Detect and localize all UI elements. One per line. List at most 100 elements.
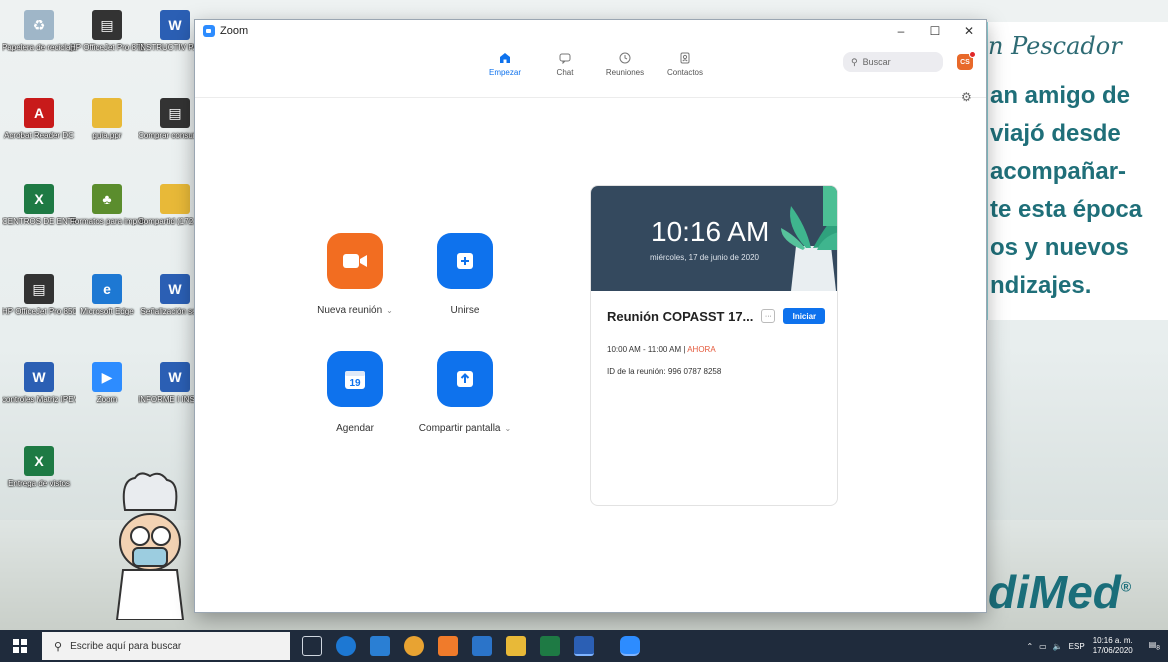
mascot-illustration: [115, 472, 185, 620]
desktop-icon-printer[interactable]: ▤ HP OfficeJet Pro 8500 A910: [2, 274, 76, 316]
search-icon: ⚲: [851, 56, 858, 67]
share-screen-label: Compartir pantalla: [418, 423, 501, 434]
zoom-icon: ▶: [92, 362, 122, 392]
zoom-icon[interactable]: [620, 636, 640, 656]
tab-contactos[interactable]: Contactos: [655, 48, 715, 77]
desktop-icon-formats[interactable]: ♣ Formatos para imprimir: [70, 184, 144, 226]
chevron-down-icon[interactable]: ⌄: [386, 306, 393, 315]
desktop-icon-acrobat[interactable]: A Acrobat Reader DC: [2, 98, 76, 140]
join-button[interactable]: [437, 233, 493, 289]
wallpaper-line: acompañar-: [990, 158, 1127, 185]
printer-icon: ▤: [92, 10, 122, 40]
taskbar-search-input[interactable]: ⚲ Escribe aquí para buscar: [42, 632, 290, 660]
share-screen-action[interactable]: Compartir pantalla ⌄: [395, 351, 535, 434]
new-meeting-button[interactable]: [327, 233, 383, 289]
join-action[interactable]: Unirse: [395, 233, 535, 316]
close-button[interactable]: ✕: [952, 20, 986, 42]
desktop-icon-word-doc[interactable]: W controles Matriz IPEVAR: [2, 362, 76, 404]
chat-icon: [535, 48, 595, 68]
word-icon[interactable]: [574, 636, 594, 656]
word-icon: W: [160, 274, 190, 304]
word-icon: W: [160, 10, 190, 40]
window-titlebar[interactable]: Zoom – ☐ ✕: [195, 20, 986, 42]
meeting-id: ID de la reunión: 996 0787 8258: [607, 367, 722, 376]
windows-logo-icon: [13, 639, 27, 653]
file-explorer-icon[interactable]: [506, 636, 526, 656]
calendar-icon: 19: [345, 371, 365, 389]
window-title: Zoom: [220, 25, 249, 37]
share-screen-button[interactable]: [437, 351, 493, 407]
desktop-icon-excel[interactable]: X CENTROS DE ENTRENAMIE...: [2, 184, 76, 226]
language-indicator[interactable]: ESP: [1069, 642, 1085, 651]
more-options-button[interactable]: ···: [761, 309, 776, 323]
wallpaper-line: ndizajes.: [990, 272, 1092, 299]
notification-dot-icon: [969, 51, 976, 58]
tree-icon: ♣: [92, 184, 122, 214]
nav-tabs: Empezar Chat Reuniones Contactos: [475, 48, 715, 77]
taskbar-clock[interactable]: 10:16 a. m. 17/06/2020: [1093, 636, 1133, 656]
desktop-icon-edge[interactable]: e Microsoft Edge: [70, 274, 144, 316]
tab-empezar[interactable]: Empezar: [475, 48, 535, 77]
home-icon: [475, 48, 535, 68]
folder-icon: [92, 98, 122, 128]
svg-text:19: 19: [349, 378, 361, 389]
recycle-bin-icon: ♻: [24, 10, 54, 40]
search-placeholder: Buscar: [862, 57, 891, 67]
folder-icon: [160, 184, 190, 214]
excel-icon: X: [24, 184, 54, 214]
desktop-icon-recycle-bin[interactable]: ♻ Papelera de reciclaje: [2, 10, 76, 52]
meeting-time-range: 10:00 AM - 11:00 AM | AHORA: [607, 345, 716, 354]
word-icon: W: [160, 362, 190, 392]
contacts-icon: [655, 48, 715, 68]
chrome-icon[interactable]: [404, 636, 424, 656]
search-input[interactable]: ⚲ Buscar: [843, 52, 943, 72]
settings-gear-icon[interactable]: ⚙: [961, 90, 972, 104]
volume-icon[interactable]: 🔈: [1053, 642, 1063, 651]
desktop-icon-zoom[interactable]: ▶ Zoom: [70, 362, 144, 404]
tab-reuniones[interactable]: Reuniones: [595, 48, 655, 77]
task-view-icon[interactable]: [302, 636, 322, 656]
firefox-icon[interactable]: [438, 636, 458, 656]
notifications-icon[interactable]: ▤8: [1149, 640, 1160, 652]
wallpaper-line: os y nuevos: [990, 234, 1129, 261]
schedule-button[interactable]: 19: [327, 351, 383, 407]
printer-icon: ▤: [24, 274, 54, 304]
top-navigation: Empezar Chat Reuniones Contactos ⚲ Busca…: [195, 42, 986, 98]
network-icon[interactable]: ▭: [1039, 642, 1047, 651]
zoom-logo-icon: [203, 25, 215, 37]
zoom-window: Zoom – ☐ ✕ Empezar Chat Reuniones Contac…: [195, 20, 986, 612]
outlook-icon[interactable]: [472, 636, 492, 656]
desktop-icon-printer[interactable]: ▤ HP OfficeJet Pro 8720: [70, 10, 144, 52]
maximize-button[interactable]: ☐: [918, 20, 952, 42]
card-hero: 10:16 AM miércoles, 17 de junio de 2020: [591, 186, 837, 291]
start-meeting-button[interactable]: Iniciar: [783, 308, 826, 324]
window-controls: – ☐ ✕: [884, 20, 986, 42]
printer-icon: ▤: [160, 98, 190, 128]
word-icon: W: [24, 362, 54, 392]
new-meeting-label: Nueva reunión: [317, 305, 383, 316]
chevron-up-icon[interactable]: ⌃: [1026, 642, 1033, 651]
wallpaper-brand: diMed®: [988, 566, 1132, 618]
meeting-title[interactable]: Reunión COPASST 17...: [607, 309, 753, 324]
chevron-down-icon[interactable]: ⌄: [505, 424, 512, 433]
search-icon: ⚲: [54, 640, 63, 653]
plus-icon: [457, 253, 473, 269]
taskbar: ⚲ Escribe aquí para buscar ⌃ ▭ 🔈 ESP 10:…: [0, 630, 1168, 662]
desktop-icon-excel[interactable]: X Entrega de vistos: [2, 446, 76, 488]
share-arrow-icon: [457, 371, 473, 387]
edge-icon[interactable]: [336, 636, 356, 656]
minimize-button[interactable]: –: [884, 20, 918, 42]
start-button[interactable]: [0, 630, 40, 662]
mail-icon[interactable]: [370, 636, 390, 656]
edge-icon: e: [92, 274, 122, 304]
clock-icon: [595, 48, 655, 68]
wallpaper-banner: n Pescador an amigo de viajó desde acomp…: [985, 22, 1168, 320]
video-camera-icon: [343, 254, 367, 268]
tab-chat[interactable]: Chat: [535, 48, 595, 77]
avatar[interactable]: CS: [957, 51, 976, 70]
excel-icon[interactable]: [540, 636, 560, 656]
desktop-icon-folder[interactable]: guia.ppr: [70, 98, 144, 140]
now-badge: AHORA: [687, 345, 716, 354]
current-time: 10:16 AM: [651, 216, 770, 247]
wallpaper-script-text: n Pescador: [988, 32, 1122, 60]
